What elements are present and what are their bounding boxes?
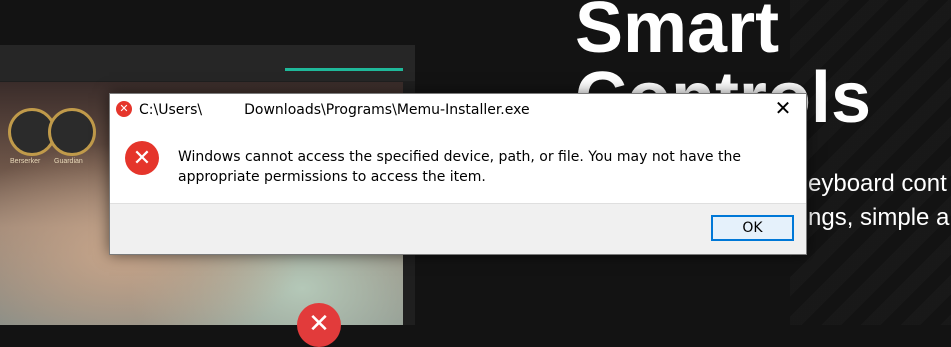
close-button[interactable]: ✕ bbox=[760, 94, 806, 124]
badge-label-berserker: Berserker bbox=[10, 158, 41, 165]
hero-text-line2: ngs, simple a bbox=[808, 204, 950, 231]
dialog-title: C:\Users\ Downloads\Programs\Memu-Install… bbox=[139, 102, 530, 118]
error-x-icon: ✕ bbox=[125, 141, 159, 175]
title-path-start: C:\Users\ bbox=[139, 102, 203, 118]
accent-underline bbox=[285, 68, 403, 71]
badge-label-guardian: Guardian bbox=[54, 158, 83, 165]
error-dialog: ✕ C:\Users\ Downloads\Programs\Memu-Insta… bbox=[109, 93, 807, 255]
error-message: Windows cannot access the specified devi… bbox=[178, 149, 741, 185]
hero-text-line1: eyboard cont bbox=[808, 170, 947, 197]
hero-title-line1: Smart bbox=[575, 0, 780, 68]
ok-button[interactable]: OK bbox=[711, 215, 794, 241]
dialog-titlebar[interactable]: ✕ C:\Users\ Downloads\Programs\Memu-Insta… bbox=[110, 94, 806, 124]
badge-icon-guardian bbox=[48, 108, 96, 156]
close-icon: ✕ bbox=[774, 98, 792, 120]
game-close-icon: ✕ bbox=[297, 303, 341, 347]
keyboard-image bbox=[790, 0, 951, 325]
dialog-footer: OK bbox=[110, 203, 806, 254]
background-panel-header bbox=[0, 45, 415, 81]
error-small-icon: ✕ bbox=[116, 101, 132, 117]
title-path-end: Downloads\Programs\Memu-Installer.exe bbox=[244, 102, 530, 118]
